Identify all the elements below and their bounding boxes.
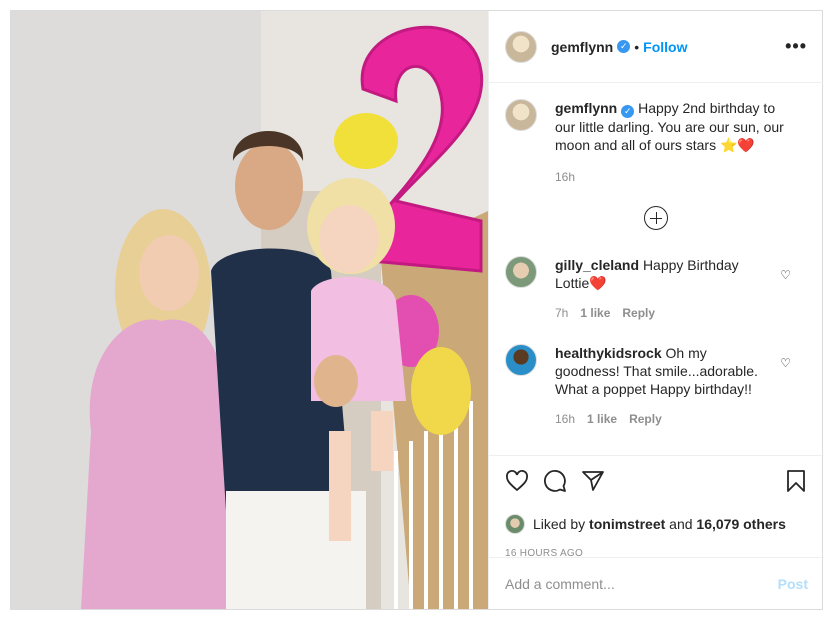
author-username[interactable]: gemflynn — [551, 39, 613, 55]
save-bookmark-icon[interactable] — [784, 469, 808, 493]
comment-username[interactable]: gilly_cleland — [555, 257, 639, 273]
comment-time[interactable]: 7h — [555, 306, 568, 320]
author-avatar[interactable] — [505, 30, 537, 63]
reply-button[interactable]: Reply — [622, 306, 655, 320]
like-comment-heart-icon[interactable]: ♡ — [780, 268, 791, 282]
post-side-panel: gemflynn ✓ • Follow ••• gemflynn ✓ Happy … — [488, 11, 824, 609]
comment-username[interactable]: healthykidsrock — [555, 345, 662, 361]
likes-summary[interactable]: Liked by tonimstreet and 16,079 others — [505, 514, 808, 534]
caption-time[interactable]: 16h — [555, 170, 575, 184]
follow-button[interactable]: Follow — [643, 39, 687, 55]
comment-bubble-icon[interactable] — [543, 469, 567, 493]
more-options-icon[interactable]: ••• — [785, 36, 807, 57]
add-comment-bar: Post — [489, 557, 824, 609]
comment-likes[interactable]: 1 like — [587, 412, 617, 426]
comment-item: gilly_cleland Happy Birthday Lottie❤️ 7h… — [505, 256, 807, 322]
caption-avatar[interactable] — [505, 99, 537, 131]
comment-likes[interactable]: 1 like — [580, 306, 610, 320]
post-header: gemflynn ✓ • Follow ••• — [489, 11, 823, 83]
liker-avatar — [505, 514, 525, 534]
like-heart-icon[interactable] — [505, 469, 529, 493]
share-paper-plane-icon[interactable] — [581, 469, 605, 493]
separator-dot: • — [634, 38, 640, 55]
likes-count[interactable]: 16,079 others — [696, 516, 786, 532]
reply-button[interactable]: Reply — [629, 412, 662, 426]
comment-item: healthykidsrock Oh my goodness! That smi… — [505, 344, 807, 428]
add-comment-input[interactable] — [505, 575, 778, 592]
post-modal: gemflynn ✓ • Follow ••• gemflynn ✓ Happy … — [10, 10, 824, 610]
verified-badge-icon: ✓ — [621, 105, 635, 118]
verified-badge-icon: ✓ — [617, 40, 631, 53]
liker-username[interactable]: tonimstreet — [589, 516, 665, 532]
comments-section[interactable]: gemflynn ✓ Happy 2nd birthday to our litt… — [489, 83, 823, 455]
comment-avatar[interactable] — [505, 256, 537, 288]
likes-prefix: Liked by — [533, 516, 586, 532]
family-birthday-photo — [11, 11, 488, 609]
likes-and: and — [669, 516, 693, 532]
comment-time[interactable]: 16h — [555, 412, 575, 426]
like-comment-heart-icon[interactable]: ♡ — [780, 356, 791, 370]
comment-avatar[interactable] — [505, 344, 537, 376]
caption-username[interactable]: gemflynn — [555, 100, 617, 116]
post-photo[interactable] — [11, 11, 488, 609]
action-bar: Liked by tonimstreet and 16,079 others 1… — [489, 455, 824, 559]
caption: gemflynn ✓ Happy 2nd birthday to our litt… — [505, 99, 807, 186]
load-more-comments-icon[interactable] — [644, 206, 668, 230]
post-comment-button[interactable]: Post — [778, 576, 808, 592]
